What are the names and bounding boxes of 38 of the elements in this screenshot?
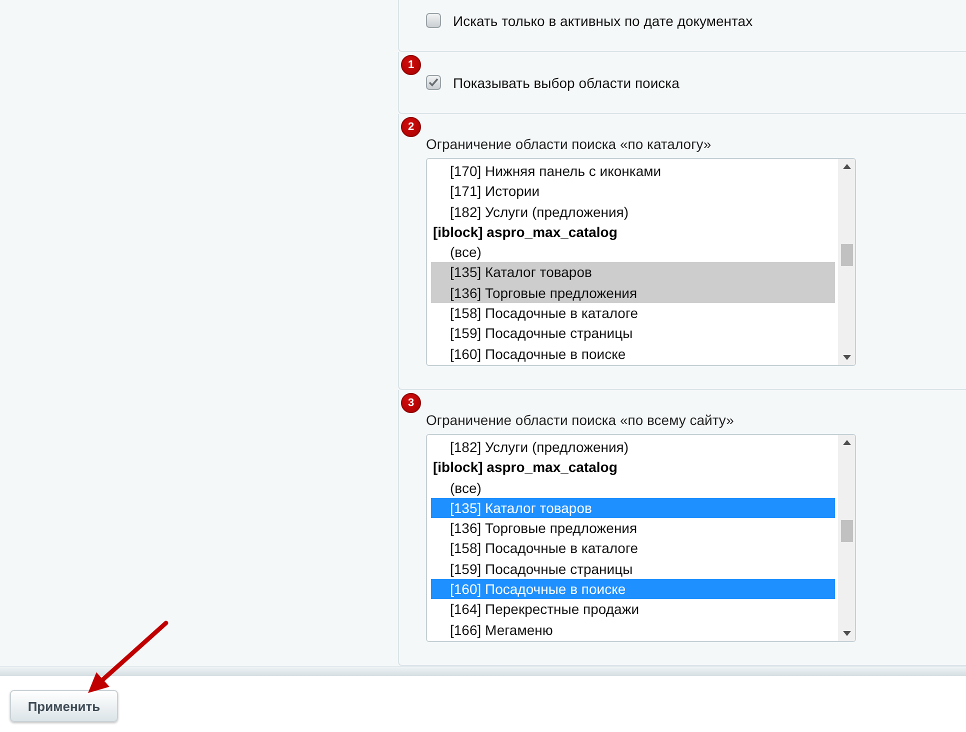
scroll-up-icon[interactable] <box>842 440 850 445</box>
list-option[interactable]: [182] Услуги (предложения) <box>431 202 835 222</box>
step-badge: 3 <box>401 393 421 413</box>
list-option[interactable]: [160] Посадочные в поиске <box>431 344 835 364</box>
list-option[interactable]: [158] Посадочные в каталоге <box>431 303 835 324</box>
list-option[interactable]: [182] Услуги (предложения) <box>431 437 835 458</box>
list-option[interactable]: [164] Перекрестные продажи <box>431 599 835 620</box>
list-option[interactable]: [136] Торговые предложения <box>431 518 835 538</box>
scrollbar[interactable] <box>838 435 855 641</box>
list-option[interactable]: [159] Посадочные страницы <box>431 558 835 580</box>
field-label: Ограничение области поиска «по каталогу» <box>426 136 712 152</box>
apply-button[interactable]: Применить <box>10 690 118 722</box>
list-option[interactable]: [135] Каталог товаров <box>431 262 835 283</box>
scroll-thumb[interactable] <box>840 244 852 266</box>
scroll-thumb[interactable] <box>840 520 852 542</box>
checkbox[interactable] <box>426 13 441 28</box>
list-option[interactable]: (все) <box>431 478 835 498</box>
list-option[interactable]: [136] Торговые предложения <box>431 282 835 304</box>
list-option[interactable]: (все) <box>431 242 835 262</box>
list-option[interactable]: [170] Нижняя панель с иконками <box>431 161 835 182</box>
multi-select-list[interactable] <box>426 158 856 366</box>
checkbox[interactable] <box>426 75 441 90</box>
list-option[interactable]: [158] Посадочные в каталоге <box>431 538 835 559</box>
scrollbar[interactable] <box>838 159 855 365</box>
list-option[interactable]: [159] Посадочные страницы <box>431 323 835 344</box>
multi-select-list[interactable] <box>426 434 856 642</box>
list-option[interactable]: [171] Истории <box>431 181 835 202</box>
group-label: [iblock] aspro_max_catalog <box>432 222 618 242</box>
scroll-down-icon[interactable] <box>842 631 850 636</box>
list-option[interactable]: [166] Мегаменю <box>431 620 835 640</box>
field-label: Ограничение области поиска «по всему сайту» <box>426 412 734 428</box>
checkbox-label[interactable]: Искать только в активных по дате документах <box>453 12 753 28</box>
step-badge: 2 <box>401 117 421 137</box>
checkbox-label[interactable]: Показывать выбор области поиска <box>453 74 680 90</box>
scroll-up-icon[interactable] <box>842 164 850 169</box>
step-badge: 1 <box>401 55 421 75</box>
group-label: [iblock] aspro_max_catalog <box>432 458 618 478</box>
scroll-down-icon[interactable] <box>842 355 850 360</box>
